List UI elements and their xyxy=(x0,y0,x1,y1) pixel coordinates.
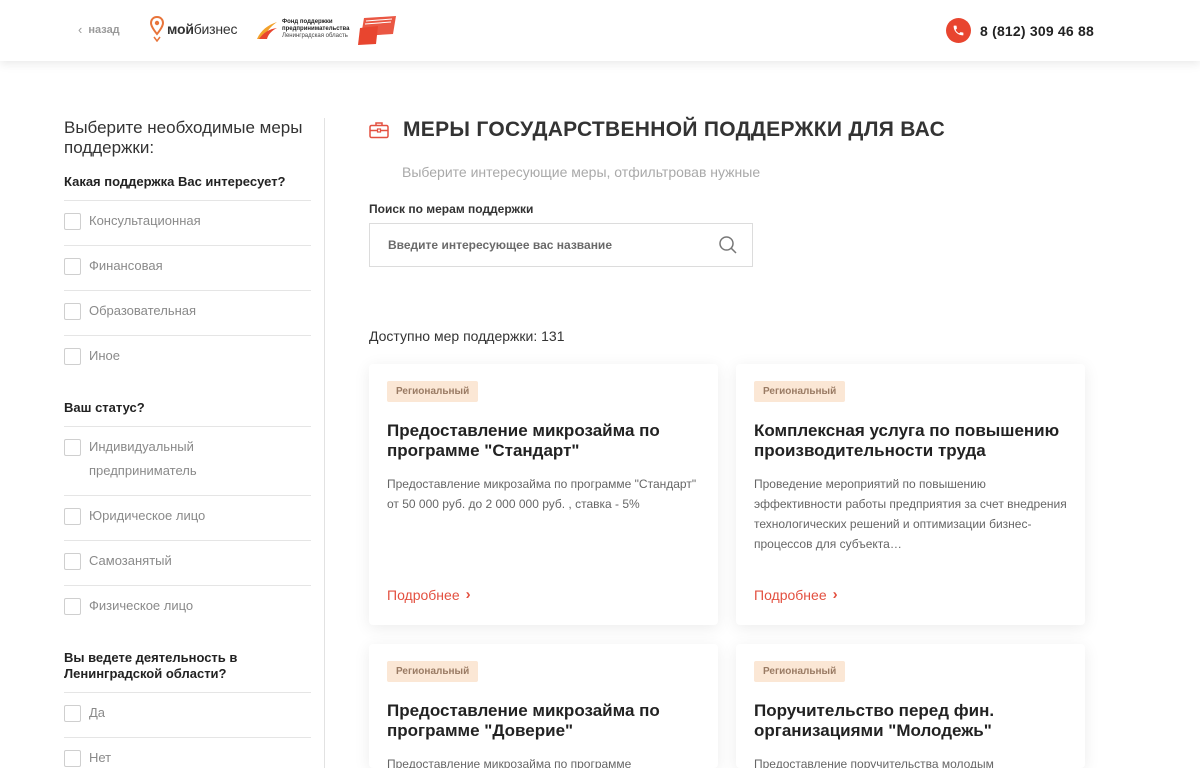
option-label: Консультационная xyxy=(89,213,201,228)
checkbox[interactable] xyxy=(64,750,81,767)
fond-logo[interactable]: Фонд поддержки предпринимательства Ленин… xyxy=(256,19,349,40)
option-label: Индивидуальный предприниматель xyxy=(89,439,197,478)
logo-text-bold: мой xyxy=(167,21,194,37)
more-link[interactable]: Подробнее › xyxy=(387,586,471,603)
checkbox[interactable] xyxy=(64,439,81,456)
filter-question: Вы ведете деятельность в Ленинградской о… xyxy=(64,650,311,693)
filter-option-no[interactable]: Нет xyxy=(64,738,311,768)
checkbox[interactable] xyxy=(64,303,81,320)
phone-number: 8 (812) 309 46 88 xyxy=(980,22,1094,39)
checkbox[interactable] xyxy=(64,508,81,525)
option-label: Иное xyxy=(89,348,120,363)
search-icon[interactable] xyxy=(718,235,738,255)
search-label: Поиск по мерам поддержки xyxy=(369,202,534,216)
filter-sidebar: Выберите необходимые меры поддержки: Как… xyxy=(64,118,311,768)
support-card[interactable]: Региональный Поручительство перед фин. о… xyxy=(736,644,1085,768)
filter-option-entrepreneur[interactable]: Индивидуальный предприниматель xyxy=(64,427,311,496)
support-card[interactable]: Региональный Предоставление микрозайма п… xyxy=(369,644,718,768)
moi-biznes-logo[interactable]: мойбизнес xyxy=(150,16,238,42)
logo-text-rest: бизнес xyxy=(193,21,238,37)
filter-group-support-type: Какая поддержка Вас интересует? Консульт… xyxy=(64,174,311,380)
card-description: Предоставление микрозайма по программе xyxy=(387,757,632,768)
chevron-right-icon: › xyxy=(832,586,838,603)
more-label: Подробнее xyxy=(754,586,827,603)
filter-option-legal-entity[interactable]: Юридическое лицо xyxy=(64,496,311,541)
phone-icon xyxy=(946,18,971,43)
checkbox[interactable] xyxy=(64,348,81,365)
back-button[interactable]: ‹ назад xyxy=(78,22,120,37)
checkbox[interactable] xyxy=(64,598,81,615)
filter-option-self-employed[interactable]: Самозанятый xyxy=(64,541,311,586)
fond-emblem-icon xyxy=(257,21,277,39)
checkbox[interactable] xyxy=(64,258,81,275)
filter-option-consulting[interactable]: Консультационная xyxy=(64,201,311,246)
search-box xyxy=(369,223,753,267)
checkbox[interactable] xyxy=(64,553,81,570)
filter-question: Какая поддержка Вас интересует? xyxy=(64,174,311,201)
briefcase-icon xyxy=(369,122,389,139)
badge-regional: Региональный xyxy=(387,661,479,682)
sidebar-divider xyxy=(324,118,325,768)
chevron-left-icon: ‹ xyxy=(78,22,83,37)
option-label: Нет xyxy=(89,750,112,765)
filter-group-region: Вы ведете деятельность в Ленинградской о… xyxy=(64,650,311,768)
option-label: Юридическое лицо xyxy=(89,508,206,523)
filter-option-financial[interactable]: Финансовая xyxy=(64,246,311,291)
filter-option-educational[interactable]: Образовательная xyxy=(64,291,311,336)
chevron-right-icon: › xyxy=(465,586,471,603)
more-label: Подробнее xyxy=(387,586,460,603)
fond-line-1: Фонд поддержки xyxy=(282,19,333,25)
more-link[interactable]: Подробнее › xyxy=(754,586,838,603)
back-label: назад xyxy=(88,23,120,36)
support-card[interactable]: Региональный Предоставление микрозайма п… xyxy=(369,364,718,625)
card-title[interactable]: Предоставление микрозайма по программе "… xyxy=(387,421,700,461)
badge-regional: Региональный xyxy=(754,661,846,682)
main-content: МЕРЫ ГОСУДАРСТВЕННОЙ ПОДДЕРЖКИ ДЛЯ ВАС В… xyxy=(369,118,1085,344)
checkbox[interactable] xyxy=(64,705,81,722)
option-label: Физическое лицо xyxy=(89,598,194,613)
support-card[interactable]: Региональный Комплексная услуга по повыш… xyxy=(736,364,1085,625)
card-title[interactable]: Комплексная услуга по повышению производ… xyxy=(754,421,1067,461)
filter-question: Ваш статус? xyxy=(64,400,311,427)
results-count: Доступно мер поддержки: 131 xyxy=(369,328,565,344)
filter-option-other[interactable]: Иное xyxy=(64,336,311,380)
location-pin-icon xyxy=(150,16,164,42)
fond-line-2: предпринимательства xyxy=(282,26,350,32)
national-project-logo[interactable] xyxy=(358,16,398,46)
option-label: Самозанятый xyxy=(89,553,172,568)
option-label: Образовательная xyxy=(89,303,197,318)
phone-contact[interactable]: 8 (812) 309 46 88 xyxy=(946,18,1094,43)
option-label: Финансовая xyxy=(89,258,163,273)
filter-group-status: Ваш статус? Индивидуальный предпринимате… xyxy=(64,400,311,630)
card-description: Предоставление микрозайма по программе "… xyxy=(387,477,697,511)
badge-regional: Региональный xyxy=(754,381,846,402)
filter-option-individual[interactable]: Физическое лицо xyxy=(64,586,311,630)
page-title: МЕРЫ ГОСУДАРСТВЕННОЙ ПОДДЕРЖКИ ДЛЯ ВАС xyxy=(403,118,946,141)
option-label: Да xyxy=(89,705,106,720)
card-description: Предоставление поручительства молодым xyxy=(754,757,994,768)
filter-option-yes[interactable]: Да xyxy=(64,693,311,738)
card-description: Проведение мероприятий по повышению эффе… xyxy=(754,477,1067,551)
card-title[interactable]: Поручительство перед фин. организациями … xyxy=(754,701,1067,741)
badge-regional: Региональный xyxy=(387,381,479,402)
card-title[interactable]: Предоставление микрозайма по программе "… xyxy=(387,701,700,741)
checkbox[interactable] xyxy=(64,213,81,230)
search-input[interactable] xyxy=(370,224,690,266)
fond-line-3: Ленинградская область xyxy=(282,33,348,39)
page-subtitle: Выберите интересующие меры, отфильтровав… xyxy=(402,164,761,180)
site-header: ‹ назад мойбизнес Фонд поддержки предпри… xyxy=(0,0,1200,61)
sidebar-title: Выберите необходимые меры поддержки: xyxy=(64,118,303,157)
